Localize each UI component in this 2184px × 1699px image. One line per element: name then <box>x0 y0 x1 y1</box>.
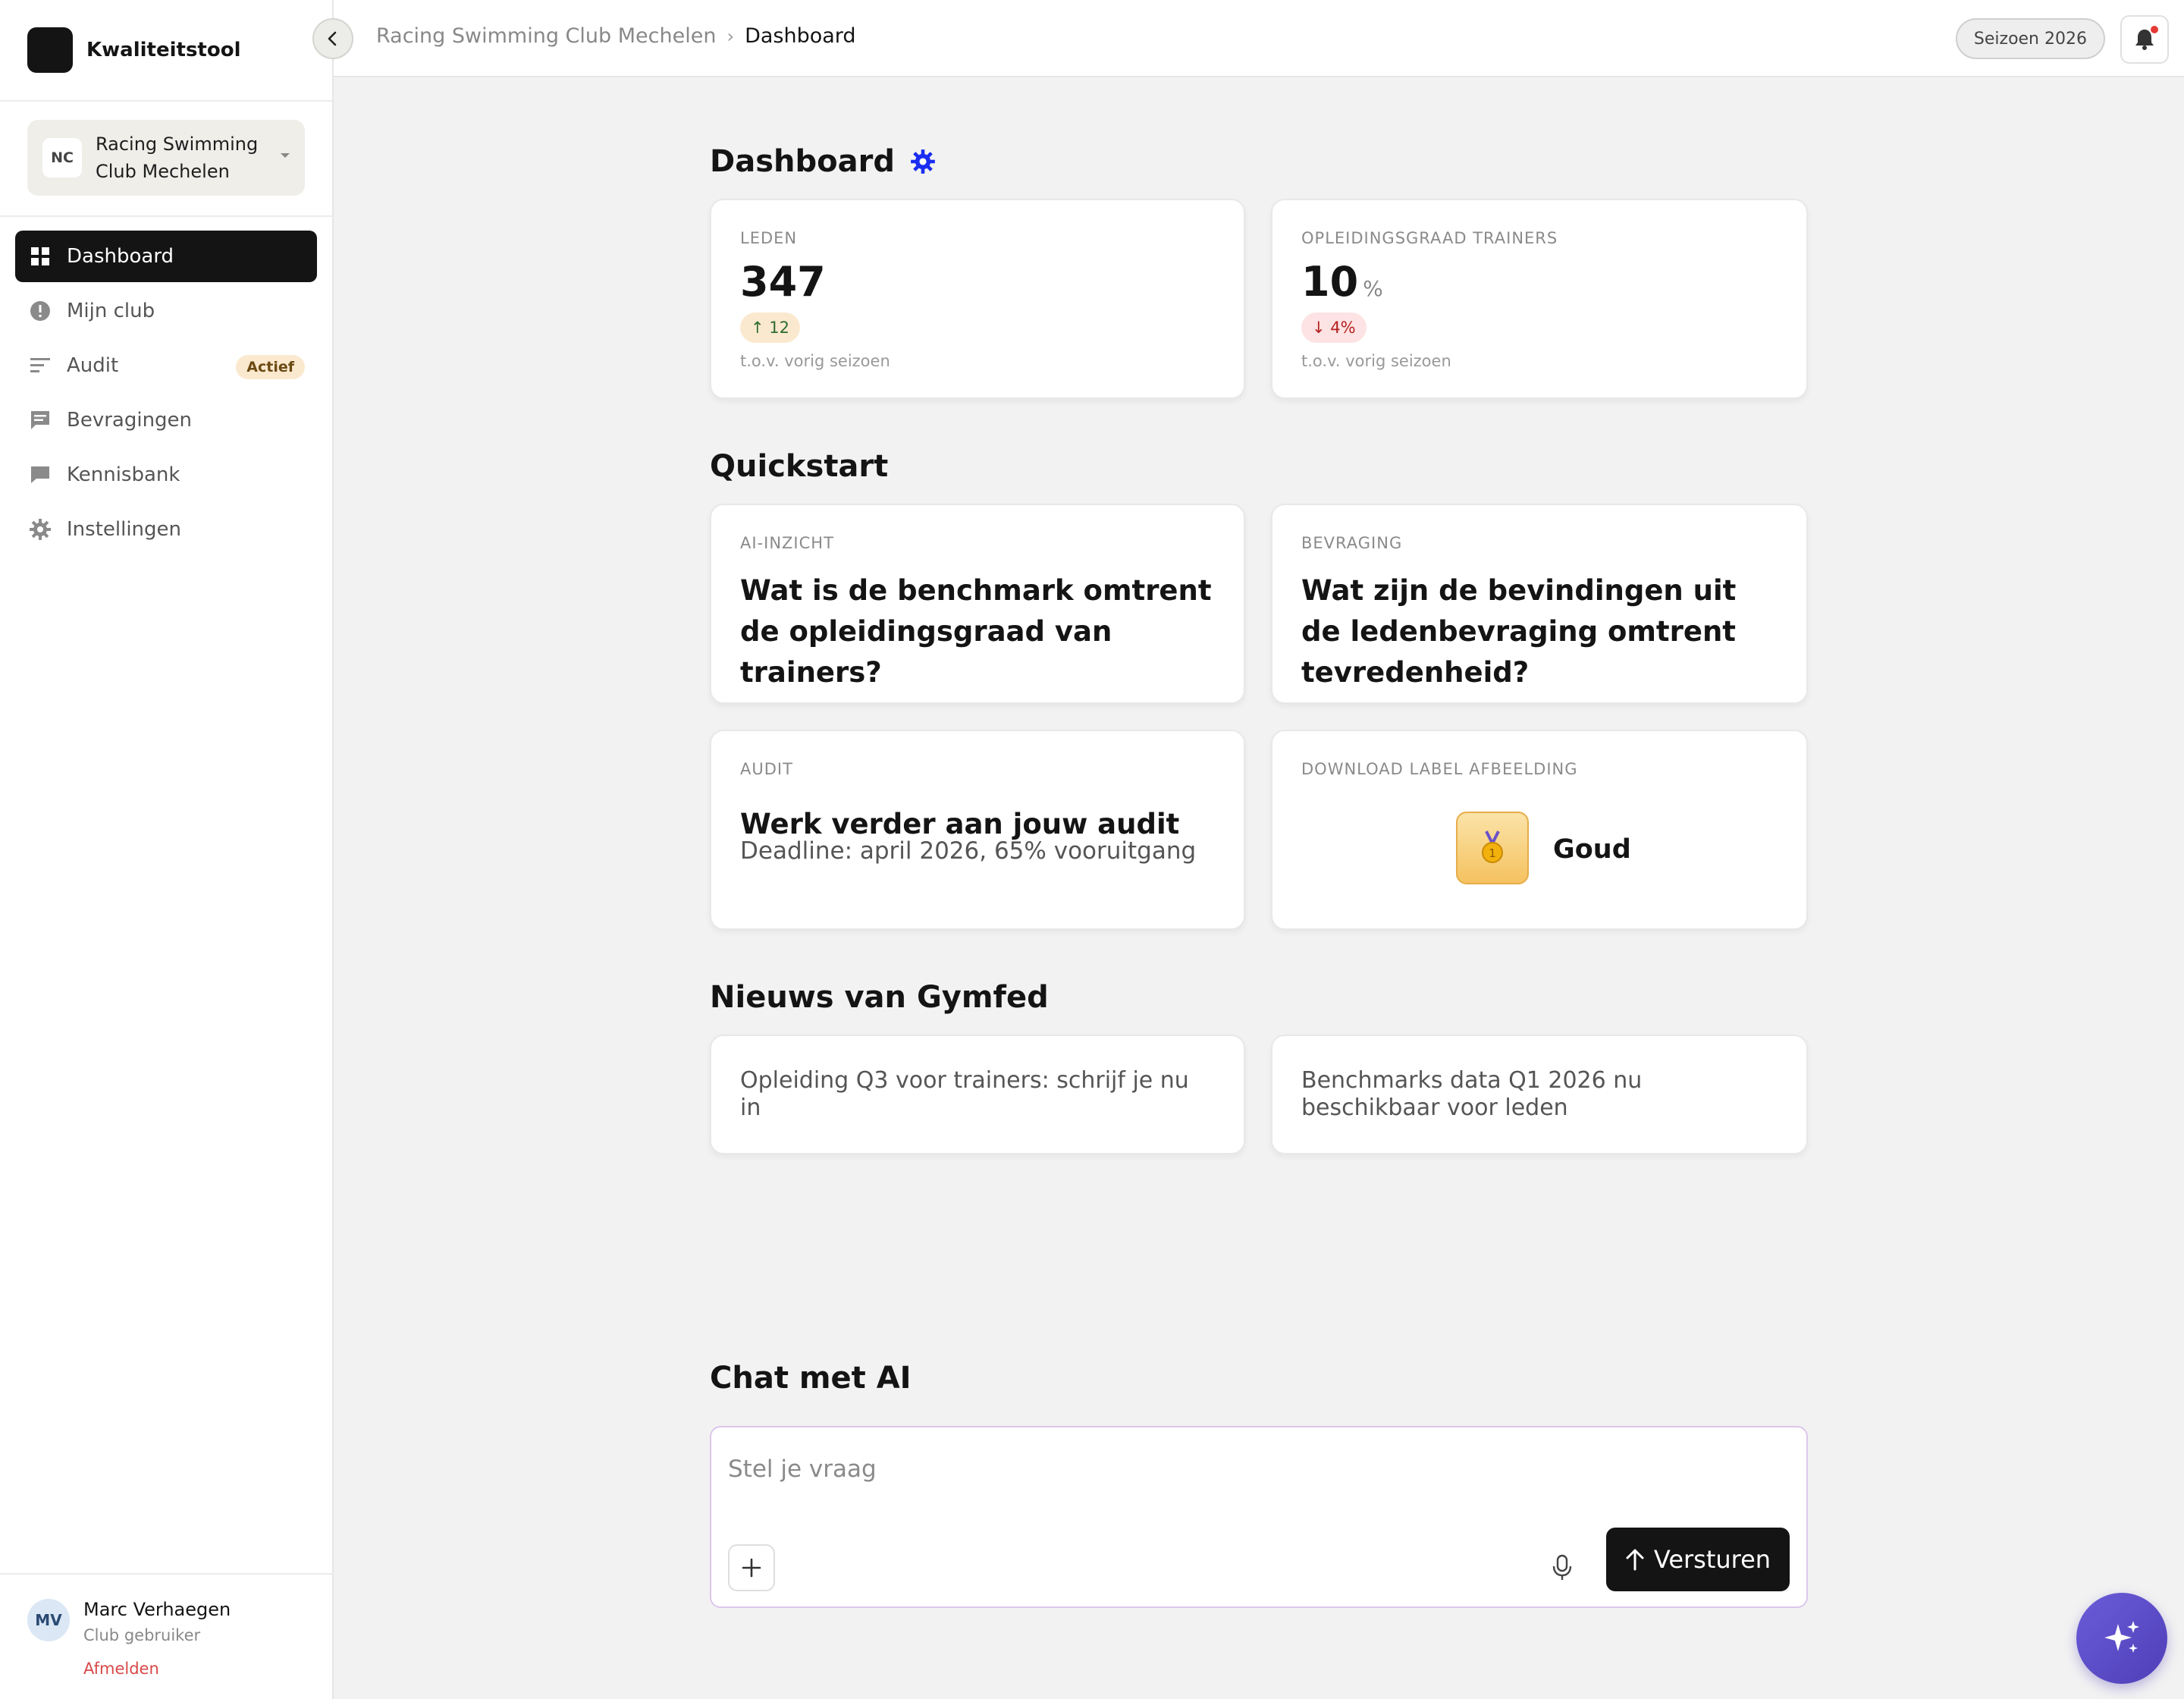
brand: Kwaliteitstool <box>0 0 332 102</box>
card-label: AUDIT <box>740 760 793 778</box>
chat-title: Chat met AI <box>710 1361 912 1396</box>
breadcrumb-current: Dashboard <box>745 24 856 48</box>
sidebar-item-mijn-club[interactable]: Mijn club <box>15 285 317 337</box>
sidebar-item-label: Dashboard <box>67 245 174 268</box>
gear-icon <box>29 518 52 541</box>
stat-note: t.o.v. vorig seizoen <box>740 352 890 370</box>
club-name: Racing Swimming Club Mechelen <box>96 133 259 182</box>
sidebar-item-audit[interactable]: Audit Actief <box>15 340 317 391</box>
stat-card-opleidingsgraad: OPLEIDINGSGRAAD TRAINERS 10% ↓ 4% t.o.v.… <box>1271 199 1808 399</box>
label-level: Goud <box>1553 834 1631 865</box>
quickstart-card-ai-inzicht[interactable]: AI-INZICHT Wat is de benchmark omtrent d… <box>710 504 1245 704</box>
message-icon <box>29 409 52 432</box>
sidebar-divider <box>0 215 334 217</box>
sidebar: Kwaliteitstool NC Racing Swimming Club M… <box>0 0 334 1699</box>
gold-medal-icon: 1 <box>1456 812 1529 884</box>
collapse-sidebar-button[interactable] <box>312 18 353 59</box>
breadcrumb: Racing Swimming Club Mechelen › Dashboar… <box>376 24 856 48</box>
quickstart-card-download-label[interactable]: DOWNLOAD LABEL AFBEELDING 1 Goud <box>1271 730 1808 930</box>
logout-link[interactable]: Afmelden <box>83 1660 159 1678</box>
news-card[interactable]: Opleiding Q3 voor trainers: schrijf je n… <box>710 1035 1245 1154</box>
user-role: Club gebruiker <box>83 1626 201 1644</box>
stat-number: 10 <box>1301 258 1359 306</box>
stat-note: t.o.v. vorig seizoen <box>1301 352 1451 370</box>
sidebar-item-label: Kennisbank <box>67 463 180 486</box>
brand-logo <box>27 27 73 73</box>
stat-unit: % <box>1363 276 1383 301</box>
club-selector[interactable]: NC Racing Swimming Club Mechelen <box>27 120 305 196</box>
card-label: AI-INZICHT <box>740 534 834 552</box>
quickstart-card-audit[interactable]: AUDIT Werk verder aan jouw audit Deadlin… <box>710 730 1245 930</box>
chat-composer: Versturen <box>710 1426 1808 1608</box>
sidebar-item-label: Bevragingen <box>67 409 193 432</box>
stat-number: 347 <box>740 258 826 306</box>
chat-bubble-icon <box>29 463 52 486</box>
page-title: Dashboard <box>710 144 936 179</box>
list-icon <box>29 354 52 377</box>
sidebar-item-label: Audit <box>67 354 119 377</box>
breadcrumb-separator: › <box>726 25 735 47</box>
status-badge: Actief <box>236 355 305 379</box>
stat-value: 10% <box>1301 258 1383 306</box>
send-button[interactable]: Versturen <box>1606 1528 1790 1591</box>
arrow-up-icon <box>1626 1549 1644 1571</box>
news-title: Nieuws van Gymfed <box>710 980 1049 1015</box>
sparkles-icon <box>2104 1621 2139 1653</box>
sidebar-item-label: Instellingen <box>67 518 182 541</box>
sidebar-item-bevragingen[interactable]: Bevragingen <box>15 394 317 446</box>
card-title: Wat is de benchmark omtrent de opleiding… <box>740 574 1212 689</box>
quickstart-card-bevraging[interactable]: BEVRAGING Wat zijn de bevindingen uit de… <box>1271 504 1808 704</box>
caret-down-icon <box>281 153 290 158</box>
top-bar: Racing Swimming Club Mechelen › Dashboar… <box>312 0 2184 77</box>
sidebar-nav: Dashboard Mijn club Audit Actief Bevragi… <box>15 231 317 558</box>
notifications-button[interactable] <box>2120 15 2169 64</box>
sidebar-item-kennisbank[interactable]: Kennisbank <box>15 449 317 501</box>
breadcrumb-club[interactable]: Racing Swimming Club Mechelen <box>376 24 716 48</box>
microphone-icon <box>1552 1554 1572 1580</box>
card-label: BEVRAGING <box>1301 534 1403 552</box>
quickstart-title: Quickstart <box>710 449 889 484</box>
sidebar-item-label: Mijn club <box>67 300 155 322</box>
sidebar-item-dashboard[interactable]: Dashboard <box>15 231 317 282</box>
card-label: DOWNLOAD LABEL AFBEELDING <box>1301 760 1578 778</box>
news-headline: Benchmarks data Q1 2026 nu beschikbaar v… <box>1301 1067 1643 1121</box>
stat-change-badge: ↓ 4% <box>1301 312 1367 343</box>
news-card[interactable]: Benchmarks data Q1 2026 nu beschikbaar v… <box>1271 1035 1808 1154</box>
grid-icon <box>29 245 52 268</box>
chevron-left-icon <box>328 31 337 46</box>
avatar: MV <box>27 1599 70 1641</box>
plus-icon <box>742 1558 761 1578</box>
info-circle-icon <box>29 300 52 322</box>
ai-assistant-button[interactable] <box>2076 1593 2167 1684</box>
stat-label: LEDEN <box>740 229 798 247</box>
microphone-button[interactable] <box>1539 1544 1585 1591</box>
notification-dot <box>2151 26 2158 33</box>
chat-input[interactable] <box>728 1450 1638 1488</box>
stat-change-badge: ↑ 12 <box>740 312 800 343</box>
send-label: Versturen <box>1653 1545 1771 1574</box>
stat-card-leden: LEDEN 347 ↑ 12 t.o.v. vorig seizoen <box>710 199 1245 399</box>
sidebar-item-instellingen[interactable]: Instellingen <box>15 504 317 555</box>
season-selector[interactable]: Seizoen 2026 <box>1955 18 2105 59</box>
user-name: Marc Verhaegen <box>83 1599 231 1620</box>
attach-button[interactable] <box>728 1544 775 1591</box>
card-subtitle: Deadline: april 2026, 65% vooruitgang <box>740 837 1197 865</box>
card-title: Wat zijn de bevindingen uit de ledenbevr… <box>1301 574 1737 689</box>
brand-name: Kwaliteitstool <box>86 39 241 61</box>
svg-text:1: 1 <box>1489 846 1496 860</box>
user-panel: MV Marc Verhaegen Club gebruiker Afmelde… <box>0 1573 334 1699</box>
stat-value: 347 <box>740 258 826 306</box>
news-headline: Opleiding Q3 voor trainers: schrijf je n… <box>740 1067 1189 1121</box>
stat-label: OPLEIDINGSGRAAD TRAINERS <box>1301 229 1558 247</box>
gear-icon[interactable] <box>910 149 936 174</box>
club-avatar: NC <box>42 138 82 177</box>
page-title-text: Dashboard <box>710 144 895 179</box>
